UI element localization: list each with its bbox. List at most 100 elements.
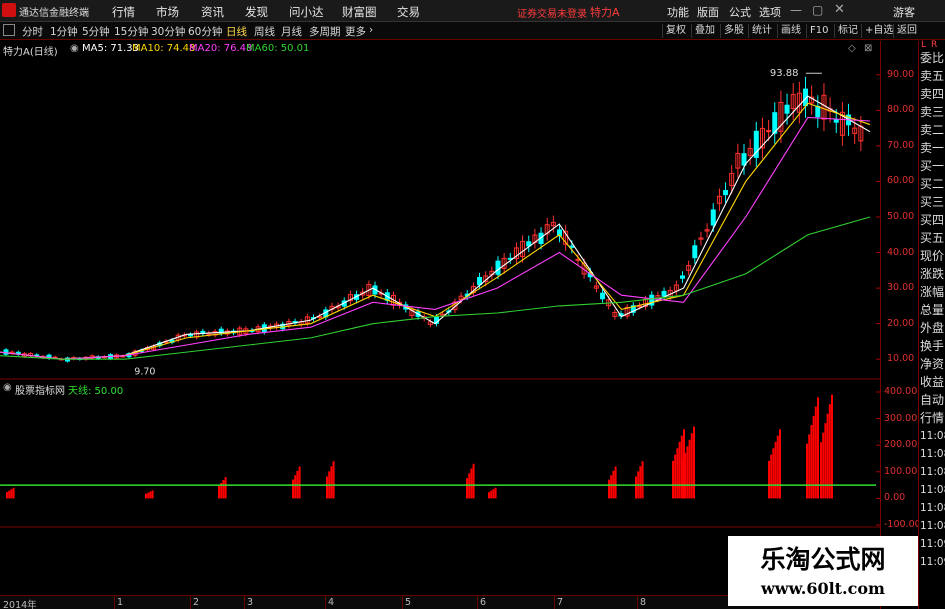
indicator-bar (218, 485, 220, 499)
price-axis-label: 40.00 (887, 246, 915, 258)
indicator-bar (682, 459, 684, 499)
time-axis-label: 1 (117, 597, 124, 608)
indicator-bar (808, 434, 811, 499)
settings-circle-icon[interactable]: ◉ (70, 43, 79, 54)
price-axis-label: 30.00 (887, 282, 915, 294)
candle-body (815, 105, 821, 118)
side-panel-item[interactable]: 卖四 (920, 85, 945, 103)
side-panel-item[interactable]: 买二 (920, 175, 945, 193)
side-panel-item[interactable]: 净资 (920, 355, 945, 373)
indicator-bar (610, 475, 613, 499)
ma-line-ma60 (0, 216, 871, 360)
side-panel-item[interactable]: 换手 (920, 337, 945, 355)
side-panel-item[interactable]: 11:08 (920, 517, 945, 535)
kline-chart[interactable]: 93.88 9.70 (0, 0, 880, 595)
indicator-bar (8, 490, 11, 499)
indicator-bar (822, 432, 825, 499)
time-axis-label: 5 (405, 597, 412, 608)
indicator-bar (770, 454, 773, 499)
candle-body (600, 292, 606, 300)
indicator-bar (298, 466, 301, 499)
price-axis-label: 20.00 (887, 317, 915, 329)
collapse-icon[interactable]: ⊠ (864, 43, 872, 54)
ma10-label: MA10: 74.48 (132, 43, 196, 54)
side-panel-item[interactable]: 买一 (920, 157, 945, 175)
indicator-bar (12, 487, 15, 499)
candle-body (784, 104, 790, 114)
indicator-bar (326, 476, 328, 499)
candle-body (440, 313, 446, 316)
guest-label[interactable]: 游客 (893, 4, 915, 20)
indicator-bar (774, 441, 777, 499)
time-axis-divider (477, 596, 478, 609)
indicator-bar (470, 468, 473, 499)
side-panel-item[interactable]: 收益 (920, 373, 945, 391)
indicator-axis-label: 0.00 (884, 492, 906, 504)
time-axis-divider (325, 596, 326, 609)
indicator-bar (693, 426, 695, 499)
indicator-bar (674, 454, 677, 499)
candle-body (766, 130, 772, 133)
side-panel-item[interactable]: 买五 (920, 229, 945, 247)
side-panel-item[interactable]: 外盘 (920, 319, 945, 337)
indicator-bar (776, 435, 779, 499)
tool-back[interactable]: 返回 (893, 24, 920, 38)
side-panel-item[interactable]: 卖二 (920, 121, 945, 139)
side-panel-item[interactable]: 涨幅 (920, 283, 945, 301)
candle-body (723, 190, 729, 196)
time-axis-label: 2 (193, 597, 200, 608)
indicator-axis-label: 100.00 (884, 465, 918, 477)
price-axis-label: 10.00 (887, 353, 915, 365)
time-axis-divider (402, 596, 403, 609)
side-panel-item[interactable]: 卖一 (920, 139, 945, 157)
side-panel-item[interactable]: 11:09 (920, 553, 945, 571)
time-axis-label: 7 (557, 597, 564, 608)
indicator-bar (672, 460, 674, 499)
ma60-label: MA60: 50.01 (246, 43, 310, 54)
side-panel-item[interactable]: 买四 (920, 211, 945, 229)
candle-body (692, 245, 698, 259)
side-panel-item[interactable]: 委比 (920, 49, 945, 67)
price-axis-label: 60.00 (887, 175, 915, 187)
side-panel-item[interactable]: 涨跌 (920, 265, 945, 283)
indicator-axis-label: 300.00 (884, 412, 918, 424)
main-chart-info: 特力A(日线) ◉ MA5: 71.33 MA10: 74.48 MA20: 7… (0, 41, 880, 58)
side-panel-item[interactable]: 总量 (920, 301, 945, 319)
indicator-settings-icon[interactable]: ◉ (3, 382, 12, 393)
side-panel-item[interactable]: 买三 (920, 193, 945, 211)
indicator-bar (820, 442, 822, 499)
chart-title: 特力A(日线) (3, 47, 58, 58)
side-panel-item[interactable]: 行情 (920, 409, 945, 427)
indicator-bar (10, 489, 13, 499)
side-panel-item[interactable]: 11:08 (920, 499, 945, 517)
candle-body (710, 209, 716, 226)
side-panel-item[interactable]: 现价 (920, 247, 945, 265)
time-axis-divider (637, 596, 638, 609)
indicator-bar (147, 492, 150, 499)
indicator-bar (488, 492, 490, 499)
indicator-axis-label: 400.00 (884, 386, 918, 397)
indicator-bar (635, 476, 637, 499)
indicator-bar (824, 423, 827, 499)
side-panel-item[interactable]: 自动 (920, 391, 945, 409)
indicator-info: ◉ 股票指标网 天线: 50.00 (0, 381, 880, 397)
candle-body (680, 275, 685, 279)
indicator-bar (332, 461, 335, 499)
side-panel-item[interactable]: 11:08 (920, 445, 945, 463)
side-panel-item[interactable]: 11:09 (920, 535, 945, 553)
time-axis-label: 3 (247, 597, 254, 608)
indicator-bar (222, 480, 225, 499)
watermark-title: 乐淘公式网 (760, 545, 886, 574)
side-panel-item[interactable]: 11:08 (920, 463, 945, 481)
side-panel-item[interactable]: 11:08 (920, 481, 945, 499)
indicator-bar (779, 429, 781, 499)
indicator-bar (831, 394, 833, 499)
side-panel-item[interactable]: 卖三 (920, 103, 945, 121)
side-panel-item[interactable]: 卖五 (920, 67, 945, 85)
diamond-icon[interactable]: ◇ (848, 43, 856, 54)
indicator-bar (292, 479, 294, 499)
time-axis-label: 4 (328, 597, 335, 608)
side-panel-item[interactable]: 11:08 (920, 427, 945, 445)
ma5-label: MA5: 71.33 (82, 43, 140, 54)
right-axis: 90.00 80.00 70.00 60.00 50.00 40.00 30.00 20.00… (880, 41, 921, 609)
